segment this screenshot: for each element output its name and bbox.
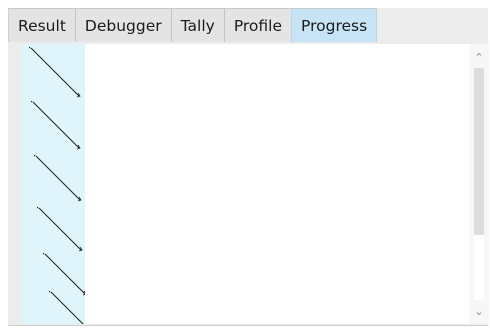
chevron-down-icon[interactable]: ⌄	[469, 302, 489, 320]
tree-edge-line	[30, 47, 80, 97]
tab-result[interactable]: Result	[8, 8, 75, 42]
tab-debugger[interactable]: Debugger	[74, 8, 171, 42]
tree-node-dot	[29, 47, 31, 49]
tab-bar: Result Debugger Tally Profile Progress	[8, 8, 378, 42]
tree-edge-line	[35, 155, 81, 201]
vertical-scrollbar[interactable]: ⌃ ⌄	[469, 44, 489, 324]
tab-tally[interactable]: Tally	[170, 8, 224, 42]
tree-edge-line	[32, 101, 80, 149]
chevron-up-icon[interactable]: ⌃	[469, 48, 489, 66]
tree-node-dot	[43, 253, 45, 255]
tree-node-dot	[34, 155, 36, 157]
progress-tree-lines	[29, 47, 85, 324]
tab-progress[interactable]: Progress	[291, 8, 378, 42]
tree-edge-line	[38, 207, 82, 251]
scroll-track[interactable]	[474, 68, 484, 300]
app-frame: Result Debugger Tally Profile Progress ⌃…	[0, 0, 490, 330]
tab-profile[interactable]: Profile	[223, 8, 292, 42]
scroll-track-lower	[474, 235, 484, 300]
tree-node-dot	[31, 101, 33, 103]
tree-edge-line	[44, 253, 85, 295]
tree-node-dot	[49, 291, 51, 293]
progress-view[interactable]	[21, 44, 489, 324]
tree-node-dot	[37, 207, 39, 209]
tree-edge-line	[50, 291, 84, 324]
scroll-thumb[interactable]	[474, 68, 484, 235]
